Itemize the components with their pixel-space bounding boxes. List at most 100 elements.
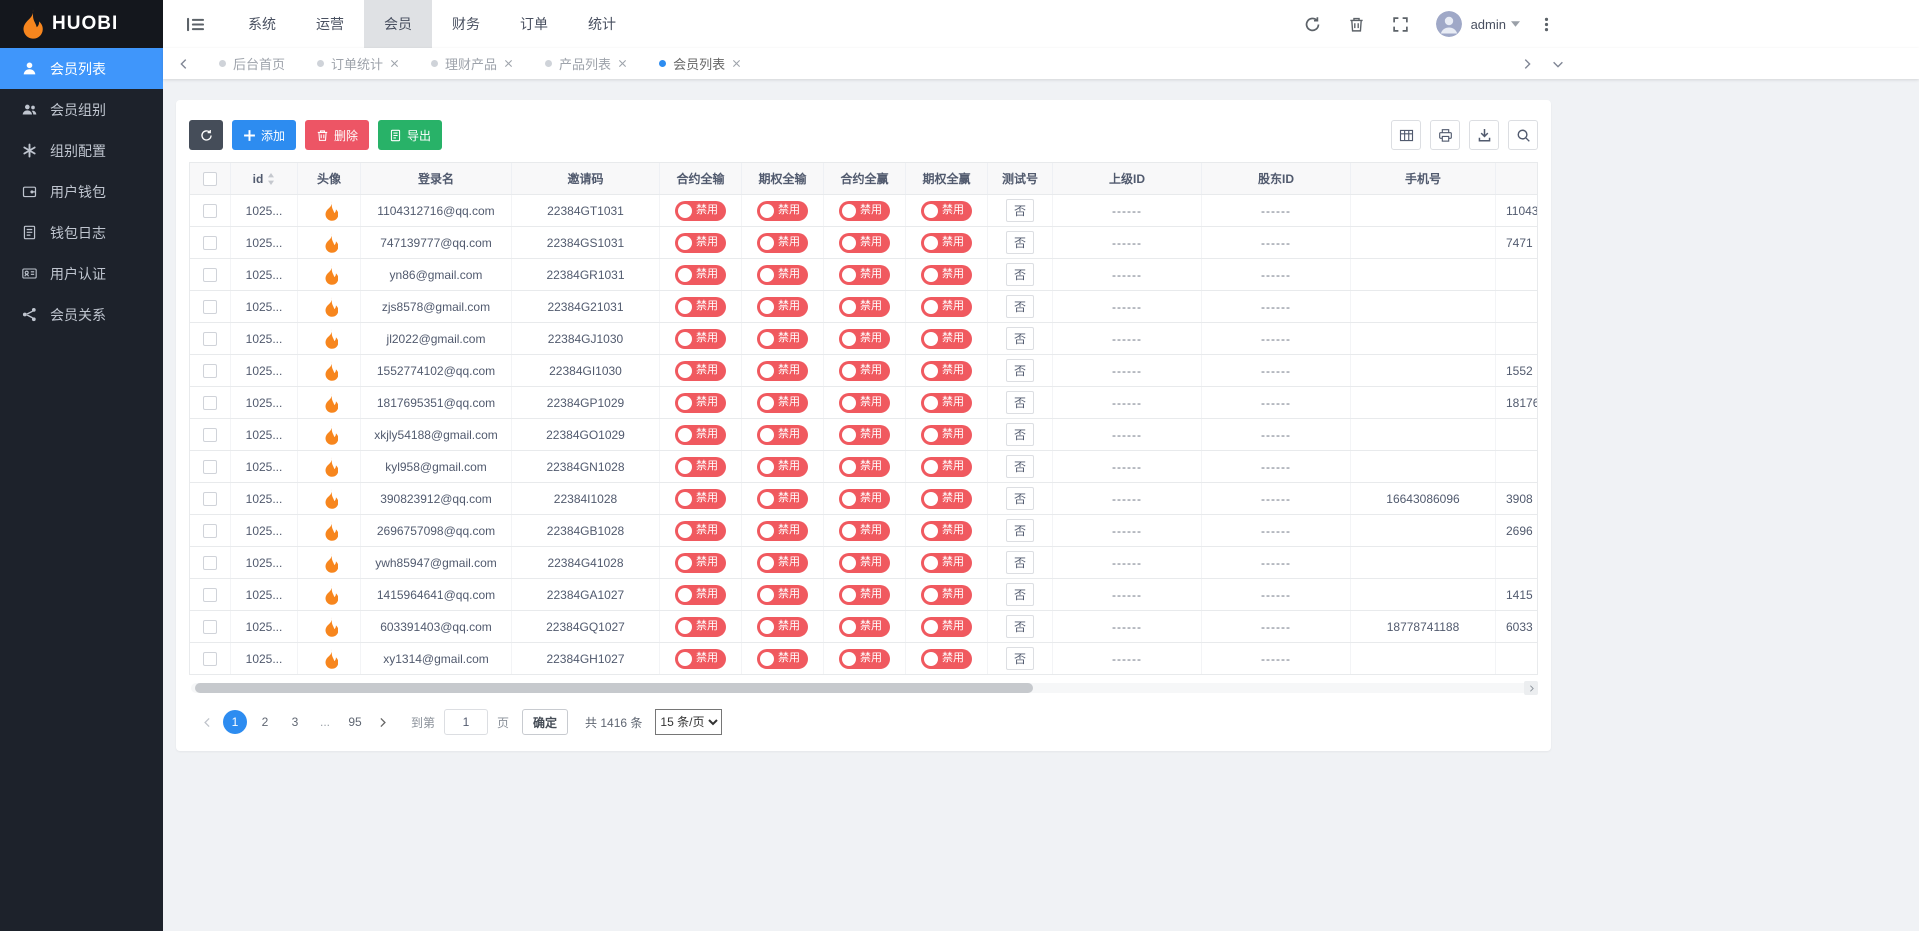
status-badge[interactable]: 禁用 — [921, 233, 972, 253]
status-badge[interactable]: 禁用 — [757, 521, 808, 541]
user-name[interactable]: admin — [1471, 17, 1506, 32]
status-badge[interactable]: 禁用 — [675, 521, 726, 541]
topnav-item-5[interactable]: 订单 — [500, 0, 568, 48]
status-badge[interactable]: 禁用 — [839, 297, 890, 317]
column-header-id[interactable]: id — [231, 163, 298, 194]
export-button[interactable]: 导出 — [378, 120, 442, 150]
row-checkbox[interactable] — [203, 236, 217, 250]
refresh-icon[interactable] — [1304, 16, 1321, 33]
test-flag-button[interactable]: 否 — [1006, 583, 1034, 606]
avatar-flame-icon[interactable] — [321, 585, 338, 605]
status-badge[interactable]: 禁用 — [757, 233, 808, 253]
brand-logo[interactable]: HUOBI — [0, 0, 163, 48]
status-badge[interactable]: 禁用 — [921, 457, 972, 477]
fullscreen-icon[interactable] — [1392, 16, 1409, 33]
status-badge[interactable]: 禁用 — [839, 361, 890, 381]
avatar-flame-icon[interactable] — [321, 233, 338, 253]
topnav-item-1[interactable]: 系统 — [228, 0, 296, 48]
status-badge[interactable]: 禁用 — [675, 201, 726, 221]
status-badge[interactable]: 禁用 — [839, 457, 890, 477]
horizontal-scrollbar[interactable] — [191, 683, 1536, 693]
test-flag-button[interactable]: 否 — [1006, 359, 1034, 382]
scrollbar-thumb[interactable] — [195, 683, 1033, 693]
tab-close-icon[interactable] — [618, 59, 627, 68]
status-badge[interactable]: 禁用 — [675, 585, 726, 605]
status-badge[interactable]: 禁用 — [675, 617, 726, 637]
status-badge[interactable]: 禁用 — [839, 329, 890, 349]
status-badge[interactable]: 禁用 — [757, 457, 808, 477]
scroll-right-button[interactable] — [1524, 681, 1538, 695]
avatar-flame-icon[interactable] — [321, 297, 338, 317]
avatar-flame-icon[interactable] — [321, 329, 338, 349]
user-avatar[interactable] — [1436, 11, 1462, 37]
tab-2[interactable]: 订单统计 — [301, 48, 415, 79]
status-badge[interactable]: 禁用 — [757, 425, 808, 445]
sidebar-item-1[interactable]: 会员列表 — [0, 48, 163, 89]
status-badge[interactable]: 禁用 — [757, 617, 808, 637]
status-badge[interactable]: 禁用 — [921, 201, 972, 221]
tab-3[interactable]: 理财产品 — [415, 48, 529, 79]
download-button[interactable] — [1469, 120, 1499, 150]
status-badge[interactable]: 禁用 — [757, 297, 808, 317]
status-badge[interactable]: 禁用 — [921, 521, 972, 541]
avatar-flame-icon[interactable] — [321, 521, 338, 541]
row-checkbox[interactable] — [203, 524, 217, 538]
test-flag-button[interactable]: 否 — [1006, 327, 1034, 350]
status-badge[interactable]: 禁用 — [675, 297, 726, 317]
status-badge[interactable]: 禁用 — [675, 265, 726, 285]
avatar-flame-icon[interactable] — [321, 265, 338, 285]
tabs-menu-icon[interactable] — [1551, 57, 1565, 71]
status-badge[interactable]: 禁用 — [921, 617, 972, 637]
page-size-select[interactable]: 15 条/页 — [655, 709, 722, 735]
status-badge[interactable]: 禁用 — [839, 617, 890, 637]
topnav-item-3[interactable]: 会员 — [364, 0, 432, 48]
status-badge[interactable]: 禁用 — [921, 585, 972, 605]
status-badge[interactable]: 禁用 — [675, 393, 726, 413]
add-button[interactable]: 添加 — [232, 120, 296, 150]
status-badge[interactable]: 禁用 — [757, 361, 808, 381]
trash-icon[interactable] — [1348, 16, 1365, 33]
status-badge[interactable]: 禁用 — [757, 585, 808, 605]
tab-close-icon[interactable] — [390, 59, 399, 68]
tab-5[interactable]: 会员列表 — [643, 48, 757, 79]
avatar-flame-icon[interactable] — [321, 649, 338, 669]
confirm-button[interactable]: 确定 — [522, 709, 568, 735]
refresh-table-button[interactable] — [189, 120, 223, 150]
search-button[interactable] — [1508, 120, 1538, 150]
status-badge[interactable]: 禁用 — [757, 329, 808, 349]
status-badge[interactable]: 禁用 — [839, 585, 890, 605]
tabs-scroll-left-icon[interactable] — [177, 57, 191, 71]
sidebar-item-3[interactable]: 组别配置 — [0, 130, 163, 171]
row-checkbox[interactable] — [203, 332, 217, 346]
status-badge[interactable]: 禁用 — [921, 297, 972, 317]
tab-close-icon[interactable] — [732, 59, 741, 68]
page-button-2[interactable]: 2 — [253, 710, 277, 734]
status-badge[interactable]: 禁用 — [839, 265, 890, 285]
avatar-flame-icon[interactable] — [321, 617, 338, 637]
tab-close-icon[interactable] — [504, 59, 513, 68]
test-flag-button[interactable]: 否 — [1006, 423, 1034, 446]
row-checkbox[interactable] — [203, 556, 217, 570]
test-flag-button[interactable]: 否 — [1006, 295, 1034, 318]
status-badge[interactable]: 禁用 — [675, 649, 726, 669]
topnav-item-4[interactable]: 财务 — [432, 0, 500, 48]
row-checkbox[interactable] — [203, 428, 217, 442]
status-badge[interactable]: 禁用 — [921, 553, 972, 573]
sidebar-item-2[interactable]: 会员组别 — [0, 89, 163, 130]
caret-down-icon[interactable] — [1511, 21, 1520, 27]
delete-button[interactable]: 删除 — [305, 120, 369, 150]
tab-4[interactable]: 产品列表 — [529, 48, 643, 79]
avatar-flame-icon[interactable] — [321, 361, 338, 381]
status-badge[interactable]: 禁用 — [757, 393, 808, 413]
page-button-3[interactable]: 3 — [283, 710, 307, 734]
row-checkbox[interactable] — [203, 588, 217, 602]
status-badge[interactable]: 禁用 — [921, 393, 972, 413]
row-checkbox[interactable] — [203, 364, 217, 378]
print-button[interactable] — [1430, 120, 1460, 150]
status-badge[interactable]: 禁用 — [675, 425, 726, 445]
row-checkbox[interactable] — [203, 204, 217, 218]
status-badge[interactable]: 禁用 — [921, 425, 972, 445]
avatar-flame-icon[interactable] — [321, 489, 338, 509]
topnav-item-6[interactable]: 统计 — [568, 0, 636, 48]
status-badge[interactable]: 禁用 — [757, 649, 808, 669]
